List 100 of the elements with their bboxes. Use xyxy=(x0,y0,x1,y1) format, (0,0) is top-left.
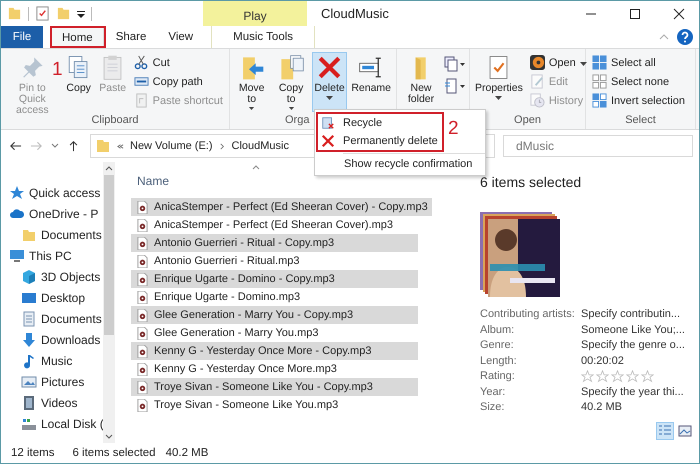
property-label: Genre: xyxy=(480,338,515,352)
nav-item[interactable]: Pictures xyxy=(1,371,103,392)
nav-item[interactable]: Music xyxy=(1,350,103,371)
open-button[interactable]: Open xyxy=(526,54,590,71)
audio-file-icon xyxy=(137,236,148,250)
group-label: Clipboard xyxy=(90,114,140,128)
move-to-button[interactable]: Move to xyxy=(233,52,270,112)
menu-item[interactable]: Permanently delete xyxy=(318,132,442,150)
highlight-frame xyxy=(50,26,106,48)
ribbon-tab[interactable]: Share xyxy=(106,26,156,48)
shortcut-icon xyxy=(134,93,149,108)
help-icon[interactable] xyxy=(677,29,693,45)
details-view-icon[interactable] xyxy=(657,423,673,439)
file-row[interactable]: Antonio Guerrieri - Ritual - Copy.mp3 xyxy=(131,234,418,252)
scroll-up-icon[interactable] xyxy=(105,165,113,171)
overflow-chevron-icon xyxy=(117,142,124,150)
invert-selection-button[interactable]: Invert selection xyxy=(589,92,688,109)
ribbon-tab[interactable]: Music Tools xyxy=(211,26,316,48)
folder-icon xyxy=(95,138,111,154)
nav-item[interactable]: Videos xyxy=(1,392,103,413)
download-icon xyxy=(21,332,37,348)
file-row[interactable]: Kenny G - Yesterday Once More.mp3 xyxy=(131,360,418,378)
nav-item[interactable]: Quick access xyxy=(1,182,103,203)
property-label: Size: xyxy=(480,400,506,414)
audio-file-icon xyxy=(137,254,148,268)
property-value[interactable]: Specify the year thi... xyxy=(581,384,693,399)
nav-item[interactable]: Desktop xyxy=(1,287,103,308)
maximize-icon[interactable] xyxy=(629,8,641,20)
close-icon[interactable] xyxy=(673,8,685,20)
group-label: Open xyxy=(513,114,542,128)
audio-file-icon xyxy=(137,218,148,232)
details-heading: 6 items selected xyxy=(480,174,582,190)
file-row[interactable]: Troye Sivan - Someone Like You - Copy.mp3 xyxy=(131,378,418,396)
dropdown-icon[interactable] xyxy=(77,10,85,18)
menu-item[interactable]: Recycle xyxy=(318,114,442,132)
scissors-icon xyxy=(134,55,149,70)
copy-path-button[interactable]: Copy path xyxy=(130,73,226,90)
nav-item[interactable]: This PC xyxy=(1,245,103,266)
select-none-button[interactable]: Select none xyxy=(589,73,688,90)
file-row[interactable]: Glee Generation - Marry You.mp3 xyxy=(131,324,418,342)
file-row[interactable]: Kenny G - Yesterday Once More - Copy.mp3 xyxy=(131,342,418,360)
new-item-icon[interactable] xyxy=(444,56,466,72)
film-icon xyxy=(21,394,37,410)
rating-stars[interactable] xyxy=(581,369,657,384)
search-field[interactable]: dMusic xyxy=(503,135,693,157)
back-icon[interactable] xyxy=(9,140,22,152)
window-title: CloudMusic xyxy=(321,6,389,21)
delete-button[interactable]: Delete xyxy=(312,52,348,112)
audio-file-icon xyxy=(137,290,148,304)
recycle-bin-icon xyxy=(321,116,335,130)
property-label: Rating: xyxy=(480,369,516,384)
property-value[interactable]: Specify contributin... xyxy=(581,307,693,322)
checklist-icon[interactable] xyxy=(35,6,50,21)
file-row[interactable]: Enrique Ugarte - Domino.mp3 xyxy=(131,288,418,306)
up-icon[interactable] xyxy=(67,140,80,152)
item-count: 12 items xyxy=(11,447,54,459)
grid-icon xyxy=(592,55,607,70)
nav-item[interactable]: OneDrive - P xyxy=(1,203,103,224)
step-number: 1 xyxy=(52,59,63,81)
scroll-thumb[interactable] xyxy=(104,175,114,335)
music-note-icon xyxy=(21,352,37,368)
large-icons-view-icon[interactable] xyxy=(677,423,693,439)
scroll-down-icon[interactable] xyxy=(105,434,113,440)
property-value[interactable]: Specify the genre o... xyxy=(581,338,693,352)
audio-file-icon xyxy=(137,200,148,214)
nav-item[interactable]: Downloads xyxy=(1,329,103,350)
scrollbar[interactable] xyxy=(103,162,115,443)
breadcrumb[interactable]: New Volume (E:) xyxy=(130,140,213,152)
document-icon xyxy=(21,310,37,326)
property-value[interactable]: 40.2 MB xyxy=(581,400,693,414)
disc-icon xyxy=(530,55,545,70)
file-row[interactable]: AnicaStemper - Perfect (Ed Sheeran Cover).mp3 xyxy=(131,216,418,234)
recent-locations-icon[interactable] xyxy=(51,143,59,149)
cube-icon xyxy=(21,268,37,284)
file-row[interactable]: Glee Generation - Marry You - Copy.mp3 xyxy=(131,306,418,324)
clock-icon xyxy=(530,93,545,108)
copy-button[interactable]: Copy xyxy=(62,52,95,112)
file-row[interactable]: Troye Sivan - Someone Like You.mp3 xyxy=(131,396,418,414)
column-header[interactable]: Name xyxy=(131,168,257,198)
cut-button[interactable]: Cut xyxy=(130,54,226,71)
copy-to-button[interactable]: Copy to xyxy=(272,52,310,112)
grid-icon xyxy=(592,74,607,89)
nav-item[interactable]: Documents xyxy=(1,224,103,245)
properties-button[interactable]: Properties xyxy=(473,52,525,112)
ribbon-tab[interactable]: View xyxy=(158,26,204,48)
select-all-button[interactable]: Select all xyxy=(589,54,688,71)
file-row[interactable]: AnicaStemper - Perfect (Ed Sheeran Cover) - Copy.mp3 xyxy=(131,198,432,216)
group-label: Orga xyxy=(285,114,310,128)
nav-item[interactable]: Documents xyxy=(1,308,103,329)
property-value[interactable]: Someone Like You;... xyxy=(581,322,693,337)
nav-item[interactable]: 3D Objects xyxy=(1,266,103,287)
easy-access-icon[interactable] xyxy=(444,78,466,94)
file-row[interactable]: Enrique Ugarte - Domino - Copy.mp3 xyxy=(131,270,418,288)
ribbon-tab[interactable]: File xyxy=(1,26,43,48)
menu-item[interactable]: Show recycle confirmation xyxy=(315,155,485,173)
file-row[interactable]: Antonio Guerrieri - Ritual.mp3 xyxy=(131,252,418,270)
property-value[interactable]: 00:20:02 xyxy=(581,354,693,368)
delete-x-icon xyxy=(321,134,335,148)
edit-icon xyxy=(530,74,545,89)
breadcrumb[interactable]: CloudMusic xyxy=(232,140,289,152)
